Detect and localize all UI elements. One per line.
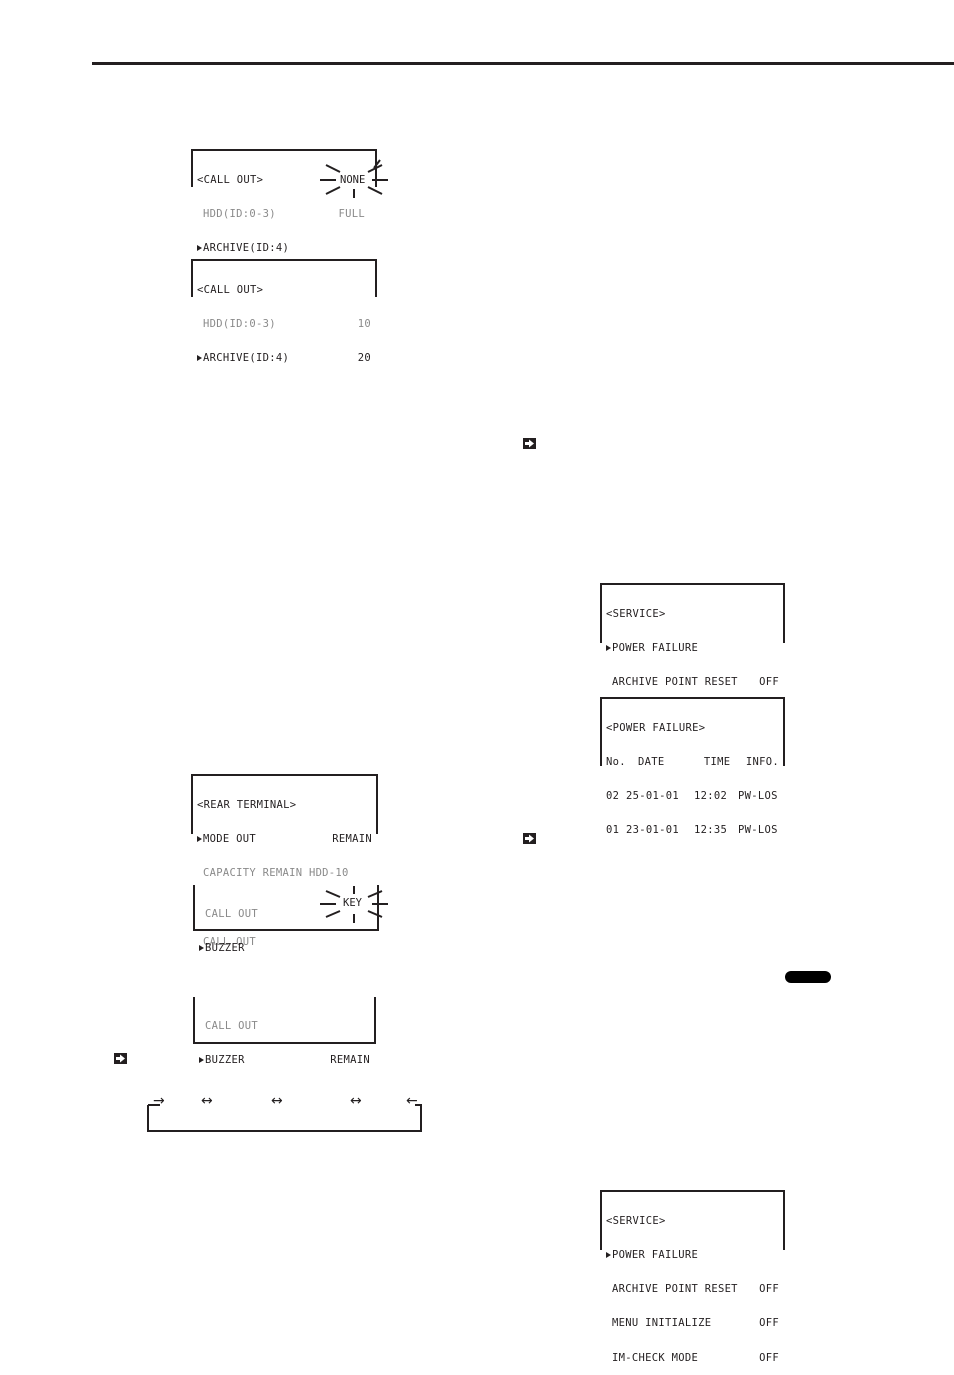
lcd-row-label: CALL OUT	[205, 1019, 258, 1032]
column-header: DATE	[637, 756, 665, 769]
lcd-title-row: <CALL OUT>	[197, 283, 371, 296]
lcd-row-value: OFF	[759, 1283, 779, 1296]
note-arrow-icon	[523, 833, 536, 844]
lcd-callout-values: <CALL OUT> HDD(ID:0-3) 10 ARCHIVE(ID:4) 20	[191, 259, 377, 364]
table-row: 02 25-01-01 12:02 PW-LOS	[606, 790, 779, 803]
lcd-row-value: FULL	[338, 208, 365, 221]
lcd-row-value: 10	[357, 318, 371, 331]
lcd-row: IM-CHECK MODE OFF	[606, 1351, 779, 1364]
lcd-row-label: IM-CHECK MODE	[612, 1351, 699, 1364]
note-arrow-icon	[523, 438, 536, 449]
cursor-icon	[606, 645, 611, 652]
cell-no: 02	[606, 790, 620, 803]
lcd-row: ARCHIVE POINT RESET OFF	[606, 1283, 779, 1296]
lcd-title-row: <REAR TERMINAL>	[197, 798, 372, 811]
cell-time: 12:02	[694, 790, 728, 803]
lcd-row-label: ARCHIVE POINT RESET	[612, 676, 738, 689]
lcd-buzzer-remain: CALL OUT BUZZER REMAIN	[193, 997, 376, 1066]
cycle-arrow-both-icon: ↔	[201, 1093, 213, 1109]
cycle-diagram: → ↔ ↔ ↔ ←	[140, 1093, 430, 1137]
lcd-row-label: HDD(ID:0-3)	[203, 208, 276, 221]
cell-date: 25-01-01	[626, 790, 679, 803]
lcd-header-row: No. DATE TIME INFO.	[606, 756, 779, 769]
cycle-arrow-both-icon: ↔	[350, 1093, 362, 1109]
lcd-row: ARCHIVE(ID:4)	[197, 243, 371, 254]
column-header: No.	[606, 756, 626, 769]
cell-no: 01	[606, 824, 620, 837]
lcd-row: POWER FAILURE	[606, 1249, 779, 1262]
lcd-power-failure: <POWER FAILURE> No. DATE TIME INFO. 02 2…	[600, 697, 785, 836]
lcd-row-value: REMAIN	[332, 833, 372, 846]
lcd-row-value: 20	[357, 352, 371, 365]
lcd-rear-terminal: <REAR TERMINAL> MODE OUT REMAIN CAPACITY …	[191, 774, 378, 948]
lcd-service: <SERVICE> POWER FAILURE ARCHIVE POINT RE…	[600, 583, 785, 757]
cell-time: 12:35	[694, 824, 728, 837]
lcd-row-label: ARCHIVE POINT RESET	[612, 1283, 738, 1296]
cursor-icon	[197, 355, 202, 362]
lcd-row-label: POWER FAILURE	[612, 1249, 699, 1262]
blinking-value: NONE	[340, 174, 366, 186]
lcd-row-label: CALL OUT	[205, 907, 258, 920]
lcd-row: CAPACITY REMAIN HDD-10	[197, 867, 372, 880]
lcd-title: <REAR TERMINAL>	[197, 798, 297, 811]
column-header: TIME	[703, 756, 731, 769]
lcd-row-label: ARCHIVE(ID:4)	[203, 352, 290, 365]
cursor-icon	[606, 1252, 611, 1259]
cursor-icon	[197, 245, 202, 252]
lcd-row: MENU INITIALIZE OFF	[606, 1317, 779, 1330]
lcd-row: CALL OUT	[199, 1019, 370, 1032]
lcd-row-value: REMAIN	[330, 1054, 370, 1067]
cursor-icon	[199, 945, 204, 952]
lcd-title-row: <POWER FAILURE>	[606, 721, 779, 734]
header-rule	[92, 62, 954, 65]
lcd-row-label: CAPACITY REMAIN HDD-10	[203, 867, 349, 880]
blinking-value: KEY	[343, 897, 362, 909]
table-row: 01 23-01-01 12:35 PW-LOS	[606, 824, 779, 837]
lcd-row-label: MODE OUT	[203, 833, 256, 846]
lcd-title-row: <SERVICE>	[606, 607, 779, 620]
lcd-title: <SERVICE>	[606, 1214, 666, 1227]
lcd-row-label: HDD(ID:0-3)	[203, 318, 276, 331]
lcd-title-row: <SERVICE>	[606, 1214, 779, 1227]
cycle-arrow-both-icon: ↔	[271, 1093, 283, 1109]
lcd-row: MODE OUT REMAIN	[197, 833, 372, 846]
lcd-row: POWER FAILURE	[606, 642, 779, 655]
lcd-title: <CALL OUT>	[197, 173, 264, 186]
lcd-row: HDD(ID:0-3) FULL	[197, 208, 371, 221]
lcd-title: <POWER FAILURE>	[606, 721, 706, 734]
lcd-row-value: OFF	[759, 676, 779, 689]
cycle-arrow-left-icon: ←	[406, 1093, 418, 1109]
column-header: INFO.	[745, 756, 779, 769]
cursor-icon	[197, 836, 202, 843]
cursor-icon	[199, 1057, 204, 1064]
cell-info: PW-LOS	[738, 790, 778, 803]
lcd-row-label: BUZZER	[205, 942, 245, 955]
note-arrow-icon	[114, 1053, 127, 1064]
cycle-arrow-right-icon: →	[153, 1093, 165, 1109]
lcd-row-label: MENU INITIALIZE	[612, 1317, 712, 1330]
lcd-title: <SERVICE>	[606, 607, 666, 620]
lcd-row: ARCHIVE POINT RESET OFF	[606, 676, 779, 689]
lcd-row: BUZZER	[199, 942, 373, 955]
lcd-row-value: OFF	[759, 1351, 779, 1364]
lcd-service: <SERVICE> POWER FAILURE ARCHIVE POINT RE…	[600, 1190, 785, 1364]
label-pill	[785, 971, 831, 983]
lcd-title: <CALL OUT>	[197, 283, 264, 296]
lcd-row: ARCHIVE(ID:4) 20	[197, 352, 371, 365]
cell-date: 23-01-01	[626, 824, 679, 837]
lcd-row-label: BUZZER	[205, 1054, 245, 1067]
lcd-row-label: ARCHIVE(ID:4)	[203, 242, 290, 255]
lcd-row-value: OFF	[759, 1317, 779, 1330]
lcd-row-label: POWER FAILURE	[612, 642, 699, 655]
lcd-row: HDD(ID:0-3) 10	[197, 318, 371, 331]
lcd-row: BUZZER REMAIN	[199, 1054, 370, 1067]
cell-info: PW-LOS	[738, 824, 778, 837]
